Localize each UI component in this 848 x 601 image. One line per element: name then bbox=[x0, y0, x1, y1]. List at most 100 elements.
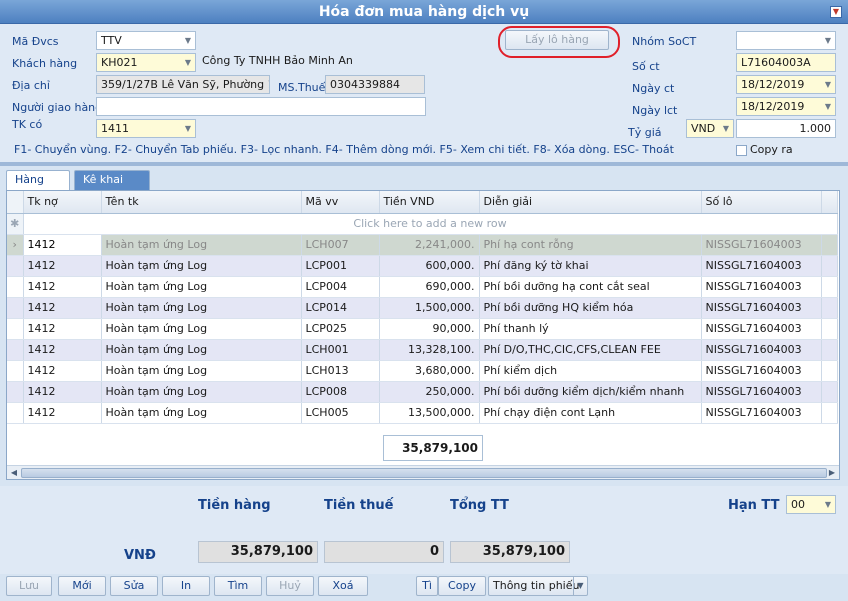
cell-dien-giai[interactable]: Phí bồi dưỡng hạ cont cắt seal bbox=[479, 276, 702, 298]
cell-dien-giai[interactable]: Phí bồi dưỡng kiểm dịch/kiểm nhanh bbox=[479, 381, 702, 403]
cell-dien-giai[interactable]: Phí D/O,THC,CIC,CFS,CLEAN FEE bbox=[479, 339, 702, 361]
cell-so-lo[interactable]: NISSGL71604003 bbox=[701, 234, 822, 256]
cell-ma-vv[interactable]: LCP025 bbox=[301, 318, 380, 340]
copy-button[interactable]: Copy bbox=[438, 576, 486, 596]
ms-thue-field[interactable]: 0304339884 bbox=[325, 75, 425, 94]
cell-tien-vnd[interactable]: 3,680,000. bbox=[379, 360, 480, 382]
cell-tien-vnd[interactable]: 2,241,000. bbox=[379, 234, 480, 256]
chevron-down-icon[interactable]: ▼ bbox=[181, 54, 195, 71]
table-row[interactable]: 1412 Hoàn tạm ứng Log LCH005 13,500,000.… bbox=[7, 402, 838, 424]
cell-so-lo[interactable]: NISSGL71604003 bbox=[701, 360, 822, 382]
nguoi-giao-hang-field[interactable] bbox=[96, 97, 426, 116]
cell-so-lo[interactable]: NISSGL71604003 bbox=[701, 318, 822, 340]
chevron-down-icon[interactable]: ▼ bbox=[821, 76, 835, 93]
khach-hang-field[interactable]: KH021 ▼ bbox=[96, 53, 196, 72]
header-ten-tk[interactable]: Tên tk bbox=[101, 191, 302, 214]
cell-ma-vv[interactable]: LCH007 bbox=[301, 234, 380, 256]
table-row[interactable]: 1412 Hoàn tạm ứng Log LCP001 600,000. Ph… bbox=[7, 255, 838, 277]
currency-field[interactable]: VND ▼ bbox=[686, 119, 734, 138]
cell-ma-vv[interactable]: LCP004 bbox=[301, 276, 380, 298]
cell-dien-giai[interactable]: Phí chạy điện cont Lạnh bbox=[479, 402, 702, 424]
ma-dvcs-field[interactable]: TTV ▼ bbox=[96, 31, 196, 50]
cell-ten-tk[interactable]: Hoàn tạm ứng Log bbox=[101, 360, 302, 382]
cell-tk-no[interactable]: 1412 bbox=[23, 402, 102, 424]
cell-ma-vv[interactable]: LCP008 bbox=[301, 381, 380, 403]
cell-ma-vv[interactable]: LCH005 bbox=[301, 402, 380, 424]
cell-dien-giai[interactable]: Phí bồi dưỡng HQ kiểm hóa bbox=[479, 297, 702, 319]
header-so-lo[interactable]: Số lô bbox=[701, 191, 822, 214]
cell-ma-vv[interactable]: LCP014 bbox=[301, 297, 380, 319]
cell-so-lo[interactable]: NISSGL71604003 bbox=[701, 381, 822, 403]
horizontal-scrollbar[interactable]: ◀ ▶ bbox=[7, 465, 839, 479]
cell-ten-tk[interactable]: Hoàn tạm ứng Log bbox=[101, 276, 302, 298]
nhom-soct-field[interactable]: ▼ bbox=[736, 31, 836, 50]
chevron-down-icon[interactable]: ▼ bbox=[719, 120, 733, 137]
chevron-down-icon[interactable]: ▼ bbox=[181, 120, 195, 137]
cell-so-lo[interactable]: NISSGL71604003 bbox=[701, 255, 822, 277]
header-ma-vv[interactable]: Mã vv bbox=[301, 191, 380, 214]
cell-so-lo[interactable]: NISSGL71604003 bbox=[701, 402, 822, 424]
cell-dien-giai[interactable]: Phí kiểm dịch bbox=[479, 360, 702, 382]
chevron-down-icon[interactable]: ▼ bbox=[181, 32, 195, 49]
cell-tien-vnd[interactable]: 13,328,100. bbox=[379, 339, 480, 361]
cell-tien-vnd[interactable]: 90,000. bbox=[379, 318, 480, 340]
cell-ma-vv[interactable]: LCP001 bbox=[301, 255, 380, 277]
cell-tk-no[interactable]: 1412 bbox=[23, 276, 102, 298]
cell-ma-vv[interactable]: LCH013 bbox=[301, 360, 380, 382]
chevron-down-icon[interactable]: ▼ bbox=[821, 496, 835, 513]
add-row-text[interactable]: Click here to add a new row bbox=[23, 213, 838, 235]
cell-tk-no[interactable]: 1412 bbox=[23, 381, 102, 403]
tim-button[interactable]: Tìm bbox=[214, 576, 262, 596]
scroll-left-icon[interactable]: ◀ bbox=[8, 467, 20, 479]
chevron-down-icon[interactable]: ▼ bbox=[821, 32, 835, 49]
cell-tien-vnd[interactable]: 13,500,000. bbox=[379, 402, 480, 424]
cell-ten-tk[interactable]: Hoàn tạm ứng Log bbox=[101, 318, 302, 340]
sua-button[interactable]: Sửa bbox=[110, 576, 158, 596]
cell-tk-no[interactable]: 1412 bbox=[23, 255, 102, 277]
tab-hang-hoa[interactable]: Hàng hóa bbox=[6, 170, 70, 204]
t-button[interactable]: Tì bbox=[416, 576, 438, 596]
cell-tien-vnd[interactable]: 1,500,000. bbox=[379, 297, 480, 319]
cell-dien-giai[interactable]: Phí hạ cont rỗng bbox=[479, 234, 702, 256]
cell-ten-tk[interactable]: Hoàn tạm ứng Log bbox=[101, 297, 302, 319]
cell-so-lo[interactable]: NISSGL71604003 bbox=[701, 276, 822, 298]
cell-ten-tk[interactable]: Hoàn tạm ứng Log bbox=[101, 402, 302, 424]
cell-dien-giai[interactable]: Phí thanh lý bbox=[479, 318, 702, 340]
header-tien-vnd[interactable]: Tiền VND bbox=[379, 191, 480, 214]
huy-button[interactable]: Huỷ bbox=[266, 576, 314, 596]
cell-tien-vnd[interactable]: 250,000. bbox=[379, 381, 480, 403]
table-row[interactable]: 1412 Hoàn tạm ứng Log LCH001 13,328,100.… bbox=[7, 339, 838, 361]
ty-gia-field[interactable]: 1.000 bbox=[736, 119, 836, 138]
cell-tk-no[interactable]: 1412 bbox=[23, 234, 102, 256]
table-row[interactable]: › 1412 Hoàn tạm ứng Log LCH007 2,241,000… bbox=[7, 234, 838, 256]
cell-tk-no[interactable]: 1412 bbox=[23, 318, 102, 340]
table-row[interactable]: 1412 Hoàn tạm ứng Log LCP025 90,000. Phí… bbox=[7, 318, 838, 340]
cell-so-lo[interactable]: NISSGL71604003 bbox=[701, 339, 822, 361]
chevron-down-icon[interactable]: ▼ bbox=[573, 577, 587, 595]
ngay-ct-field[interactable]: 18/12/2019 ▼ bbox=[736, 75, 836, 94]
table-row[interactable]: 1412 Hoàn tạm ứng Log LCH013 3,680,000. … bbox=[7, 360, 838, 382]
add-new-row[interactable]: ✱ Click here to add a new row bbox=[7, 213, 838, 235]
cell-tien-vnd[interactable]: 600,000. bbox=[379, 255, 480, 277]
cell-ma-vv[interactable]: LCH001 bbox=[301, 339, 380, 361]
table-row[interactable]: 1412 Hoàn tạm ứng Log LCP014 1,500,000. … bbox=[7, 297, 838, 319]
cell-ten-tk[interactable]: Hoàn tạm ứng Log bbox=[101, 234, 302, 256]
cell-dien-giai[interactable]: Phí đăng ký tờ khai bbox=[479, 255, 702, 277]
splitter[interactable] bbox=[0, 162, 848, 166]
header-dien-giai[interactable]: Diễn giải bbox=[479, 191, 702, 214]
xoa-button[interactable]: Xoá bbox=[318, 576, 368, 596]
header-tk-no[interactable]: Tk nợ bbox=[23, 191, 102, 214]
tab-ke-khai-thue[interactable]: Kê khai thuế bbox=[74, 170, 150, 204]
han-tt-field[interactable]: 00 ▼ bbox=[786, 495, 836, 514]
cell-ten-tk[interactable]: Hoàn tạm ứng Log bbox=[101, 381, 302, 403]
scroll-thumb[interactable] bbox=[21, 468, 827, 478]
scroll-right-icon[interactable]: ▶ bbox=[826, 467, 838, 479]
ngay-lct-field[interactable]: 18/12/2019 ▼ bbox=[736, 97, 836, 116]
dia-chi-field[interactable]: 359/1/27B Lê Văn Sỹ, Phường 1... bbox=[96, 75, 270, 94]
cell-tk-no[interactable]: 1412 bbox=[23, 339, 102, 361]
cell-tk-no[interactable]: 1412 bbox=[23, 360, 102, 382]
cell-so-lo[interactable]: NISSGL71604003 bbox=[701, 297, 822, 319]
cell-tien-vnd[interactable]: 690,000. bbox=[379, 276, 480, 298]
table-row[interactable]: 1412 Hoàn tạm ứng Log LCP008 250,000. Ph… bbox=[7, 381, 838, 403]
copy-ra-checkbox[interactable] bbox=[736, 145, 747, 156]
